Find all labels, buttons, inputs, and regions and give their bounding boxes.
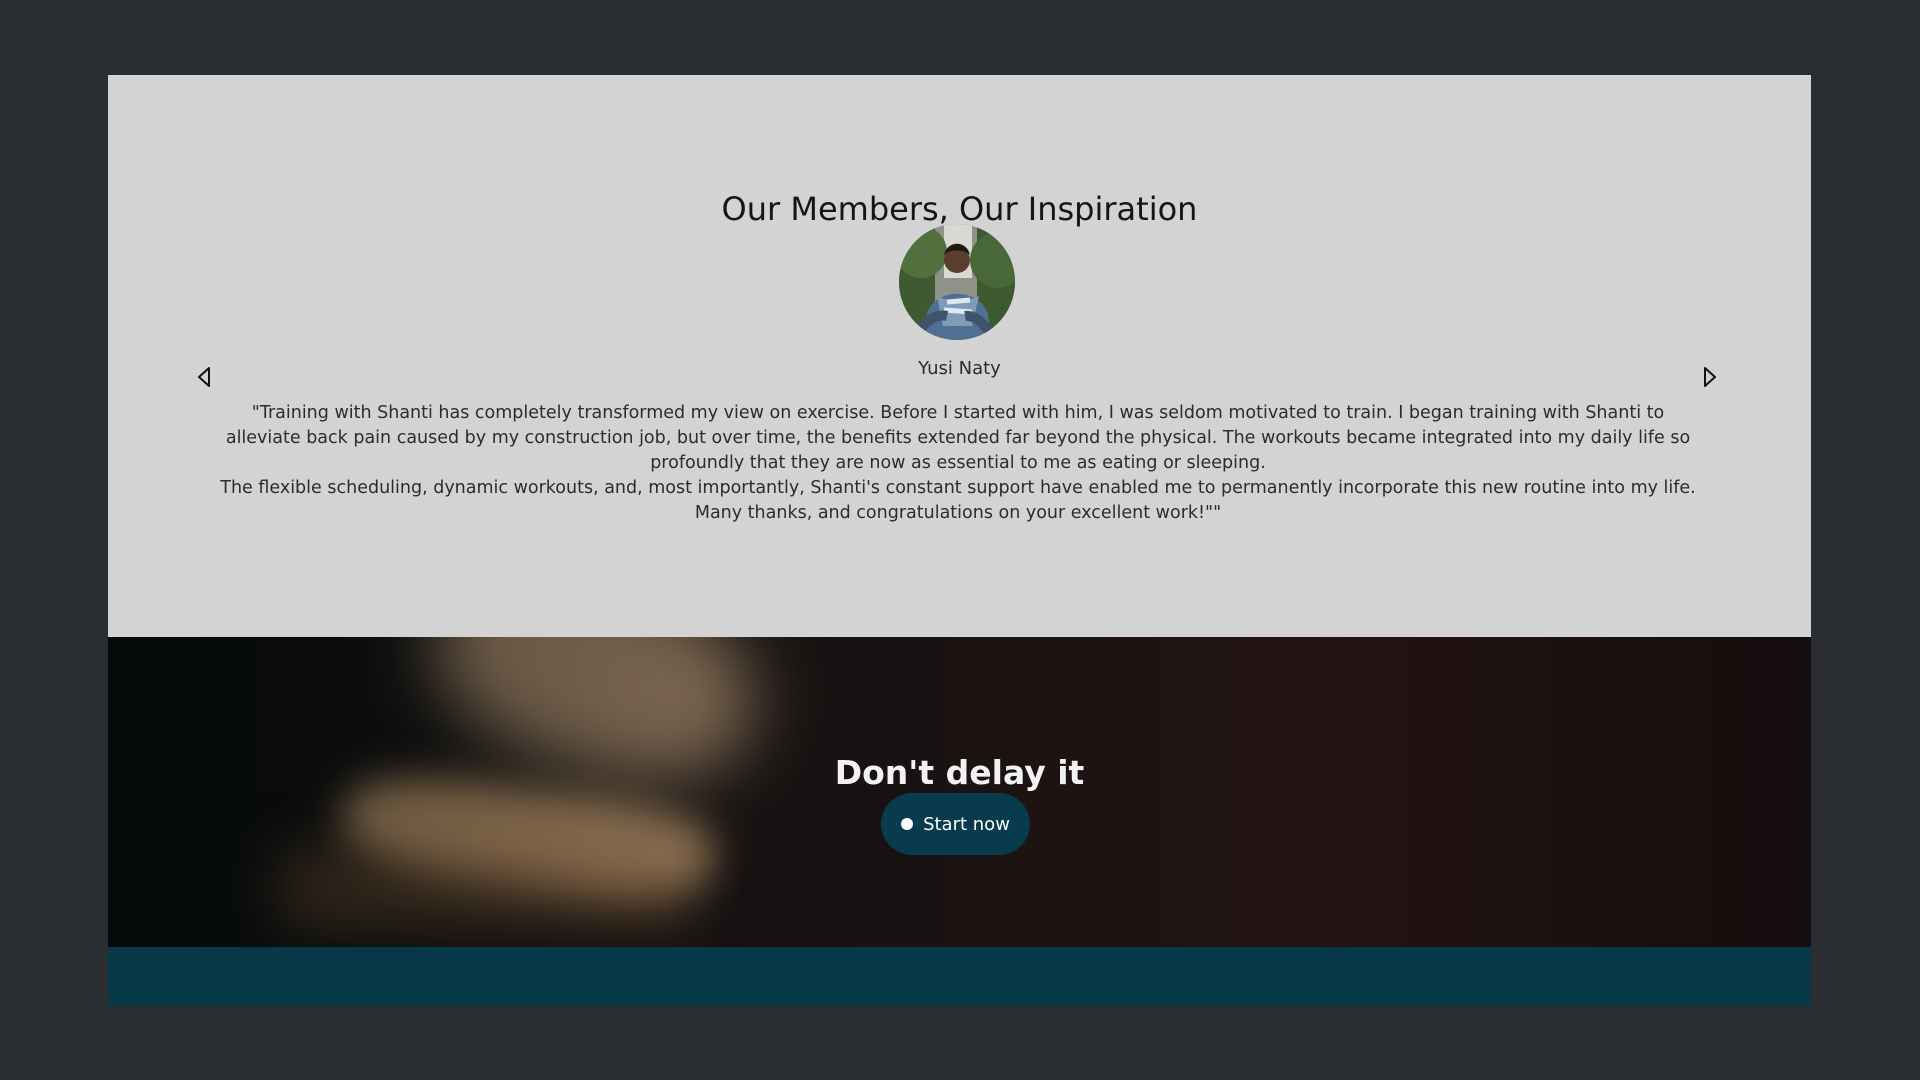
member-avatar [899,224,1015,340]
testimonial-quote-paragraph-1: "Training with Shanti has completely tra… [225,403,1691,473]
testimonial-quote-paragraph-2: The flexible scheduling, dynamic workout… [220,478,1696,523]
cta-title: Don't delay it [834,753,1085,793]
testimonial-quote: "Training with Shanti has completely tra… [218,401,1698,526]
chevron-right-icon [1704,367,1716,387]
start-now-label: Start now [923,813,1010,835]
footer-bar [108,947,1811,1006]
cta-section: Don't delay it Start now [108,637,1811,947]
next-testimonial-button[interactable] [1698,363,1722,391]
previous-testimonial-button[interactable] [192,363,216,391]
testimonial-section: Our Members, Our Inspiration Yusi Naty "… [108,75,1811,637]
chevron-left-icon [198,367,210,387]
section-title: Our Members, Our Inspiration [721,189,1198,228]
start-now-button[interactable]: Start now [881,793,1030,855]
member-name: Yusi Naty [918,358,1001,379]
button-dot-icon [901,818,914,830]
website-frame: Our Members, Our Inspiration Yusi Naty "… [108,75,1811,1006]
